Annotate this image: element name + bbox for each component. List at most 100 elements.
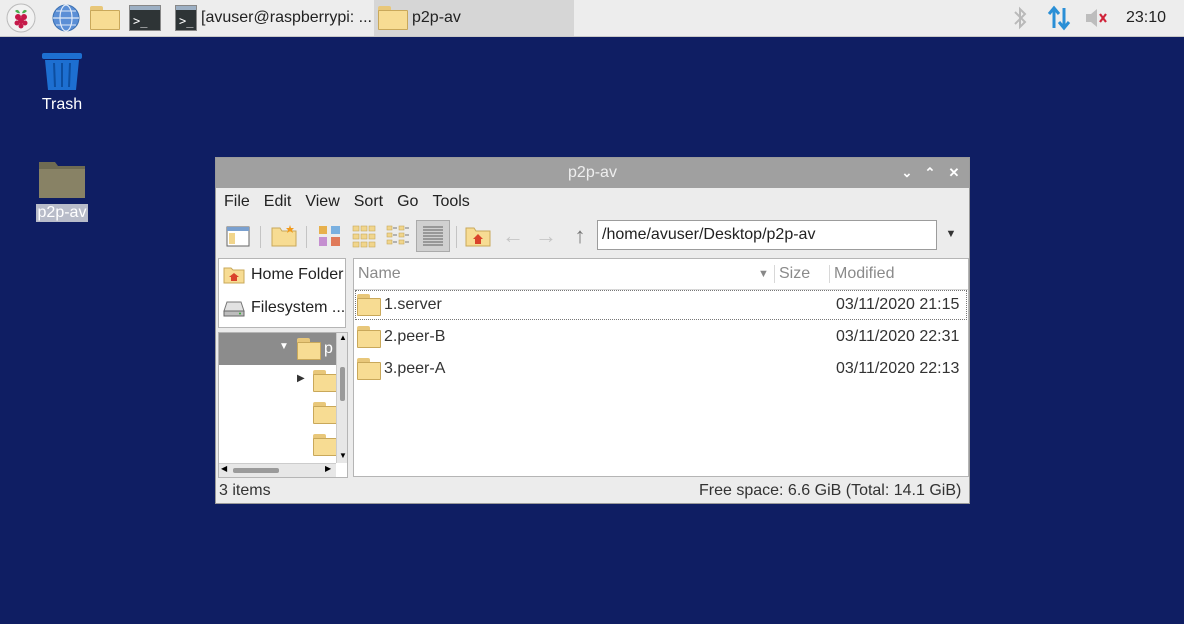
network-arrows-icon: [1047, 5, 1071, 31]
menu-edit[interactable]: Edit: [264, 193, 292, 211]
tree-vertical-scrollbar[interactable]: ▲ ▼: [336, 333, 347, 463]
go-home-button[interactable]: [464, 222, 492, 250]
file-row[interactable]: 1.server 03/11/2020 21:15: [354, 289, 968, 321]
place-label: Home Folder: [251, 266, 344, 283]
terminal-icon: >_: [129, 5, 161, 31]
tree-horizontal-scrollbar[interactable]: ◀ ▶: [219, 463, 336, 477]
detailed-list-view-button[interactable]: [416, 220, 450, 252]
file-name: 1.server: [384, 296, 442, 313]
item-count: 3 items: [219, 482, 271, 499]
tree-item[interactable]: ▶: [219, 365, 337, 397]
column-label: Modified: [834, 265, 895, 282]
menu-tools[interactable]: Tools: [432, 193, 469, 211]
task-label: [avuser@raspberrypi: ...: [201, 9, 372, 26]
scrollbar-thumb[interactable]: [233, 468, 279, 473]
place-home-folder[interactable]: Home Folder: [223, 260, 343, 290]
task-terminal[interactable]: >_ [avuser@raspberrypi: ...: [175, 0, 372, 36]
free-space: Free space: 6.6 GiB (Total: 14.1 GiB): [699, 482, 962, 499]
desktop-icon-p2p-av[interactable]: p2p-av: [30, 158, 94, 222]
folder-icon: [90, 6, 120, 30]
desktop-icon-trash[interactable]: Trash: [30, 50, 94, 114]
window-title: p2p-av: [568, 164, 617, 181]
file-row[interactable]: 3.peer-A 03/11/2020 22:13: [354, 353, 968, 385]
desktop-icon-label: Trash: [41, 96, 83, 113]
new-window-icon: [226, 226, 250, 247]
trash-icon: [42, 53, 82, 90]
menu-view[interactable]: View: [305, 193, 339, 211]
up-button[interactable]: ↑: [566, 222, 594, 250]
list-view-icon: [386, 225, 409, 245]
menu-go[interactable]: Go: [397, 193, 418, 211]
scroll-left-icon: ◀: [221, 464, 228, 473]
home-folder-icon: [223, 267, 245, 284]
menu-file[interactable]: File: [224, 193, 250, 211]
new-window-button[interactable]: [224, 222, 252, 250]
place-filesystem[interactable]: Filesystem ...: [223, 293, 345, 323]
grid-view-icon: [352, 225, 376, 248]
chevron-up-icon: ⌃: [924, 165, 936, 180]
sort-descending-icon: ▼: [758, 268, 769, 280]
bluetooth-icon: [1014, 6, 1027, 30]
arrow-up-icon: ↑: [574, 223, 586, 248]
expander-open-icon: ▼: [279, 341, 289, 352]
menu-sort[interactable]: Sort: [354, 193, 383, 211]
task-file-manager[interactable]: p2p-av: [374, 0, 574, 36]
scroll-up-icon: ▲: [339, 333, 347, 342]
place-label: Filesystem ...: [251, 299, 346, 316]
drive-icon: [223, 301, 245, 317]
column-name[interactable]: Name ▼: [358, 259, 769, 289]
home-folder-icon: [465, 227, 491, 247]
raspberry-icon: [6, 3, 36, 33]
chevron-down-icon: ⌄: [901, 165, 913, 180]
forward-button[interactable]: →: [532, 222, 560, 250]
file-name: 2.peer-B: [384, 328, 446, 345]
folder-icon: [357, 294, 381, 316]
file-modified: 03/11/2020 22:31: [836, 328, 960, 345]
terminal-launcher[interactable]: >_: [129, 0, 161, 36]
folder-icon: [357, 326, 381, 348]
column-label: Name: [358, 265, 401, 282]
column-size[interactable]: Size: [779, 259, 829, 289]
globe-icon: [52, 4, 80, 32]
places-list: Home Folder Filesystem ...: [218, 258, 346, 328]
folder-icon: [39, 162, 85, 198]
triangle-down-icon: ▼: [945, 228, 957, 240]
task-label: p2p-av: [412, 9, 461, 26]
volume-button[interactable]: [1083, 0, 1111, 36]
tree-item[interactable]: [219, 429, 337, 461]
expander-closed-icon: ▶: [297, 373, 305, 384]
new-folder-button[interactable]: [270, 222, 298, 250]
side-pane: Home Folder Filesystem ... ▼ p ▶ ▲ ▼ ◀ ▶: [218, 258, 348, 480]
terminal-icon: >_: [175, 5, 198, 31]
thumbnail-view-icon: [319, 226, 340, 246]
path-history-dropdown[interactable]: ▼: [943, 224, 959, 244]
list-view-button[interactable]: [384, 222, 412, 250]
menu-bar: File Edit View Sort Go Tools: [216, 188, 470, 216]
file-manager-window: p2p-av ⌄ ⌃ ✕ File Edit View Sort Go Tool…: [215, 157, 970, 504]
back-button[interactable]: ←: [499, 222, 527, 250]
close-button[interactable]: ✕: [943, 158, 965, 188]
column-modified[interactable]: Modified: [834, 259, 964, 289]
compact-view-button[interactable]: [350, 222, 378, 250]
clock[interactable]: 23:10: [1126, 0, 1166, 36]
raspberry-menu-button[interactable]: [6, 0, 36, 36]
tree-item[interactable]: [219, 397, 337, 429]
minimize-button[interactable]: ⌄: [896, 158, 918, 188]
tree-item-selected[interactable]: ▼ p: [219, 333, 336, 365]
web-browser-button[interactable]: [51, 0, 81, 36]
maximize-button[interactable]: ⌃: [919, 158, 941, 188]
file-manager-launcher[interactable]: [90, 0, 120, 36]
icon-view-button[interactable]: [316, 222, 344, 250]
network-button[interactable]: [1045, 0, 1073, 36]
tree-item-label: p: [324, 340, 333, 357]
bluetooth-button[interactable]: [1010, 0, 1030, 36]
path-input[interactable]: /home/avuser/Desktop/p2p-av: [597, 220, 937, 250]
file-list: Name ▼ Size Modified 1.server 03/11/2020…: [353, 258, 969, 477]
column-label: Size: [779, 265, 811, 282]
window-titlebar[interactable]: p2p-av ⌄ ⌃ ✕: [216, 158, 969, 188]
folder-icon: [313, 402, 337, 424]
arrow-right-icon: →: [535, 223, 557, 248]
file-row[interactable]: 2.peer-B 03/11/2020 22:31: [354, 321, 968, 353]
folder-icon: [313, 370, 337, 392]
scrollbar-thumb[interactable]: [340, 367, 345, 401]
